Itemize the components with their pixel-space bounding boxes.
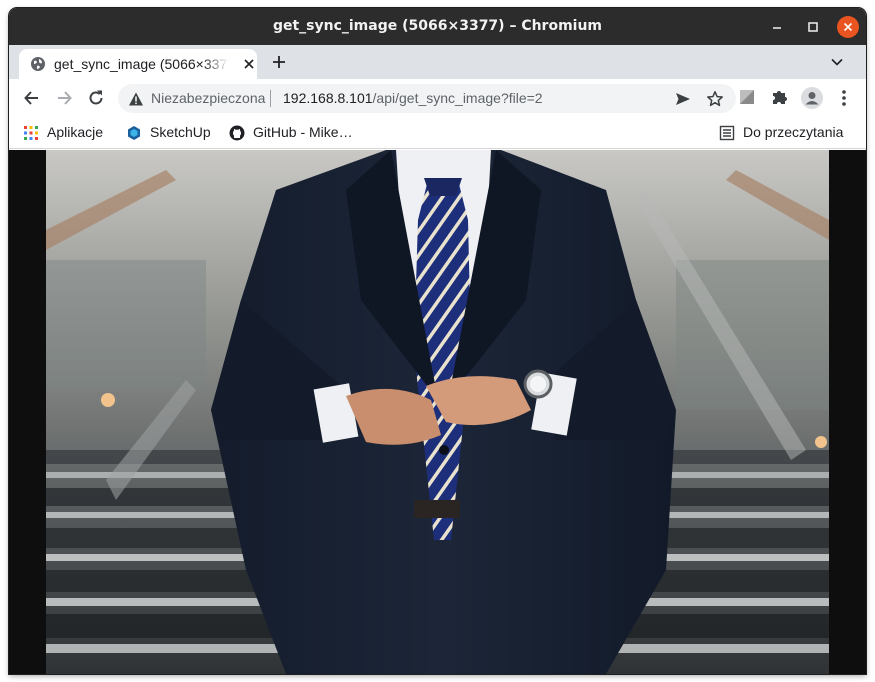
bookmark-star-icon[interactable]	[706, 90, 724, 108]
omnibox-divider	[270, 90, 271, 107]
photo-businessman-in-suit	[46, 150, 829, 674]
menu-kebab-icon[interactable]	[839, 88, 849, 108]
close-window-button[interactable]	[837, 16, 859, 38]
window-title: get_sync_image (5066×3377) – Chromium	[272, 18, 603, 34]
url-text[interactable]: 192.168.8.101/api/get_sync_image?file=2	[283, 84, 543, 113]
bookmark-sketchup[interactable]: SketchUp	[126, 116, 226, 149]
warning-icon[interactable]	[128, 91, 144, 107]
forward-arrow-icon[interactable]	[54, 88, 74, 108]
apps-grid-icon	[24, 126, 38, 140]
globe-icon	[31, 57, 45, 71]
close-icon	[843, 22, 853, 32]
profile-avatar-icon[interactable]	[801, 87, 823, 109]
tab-search-chevron-icon[interactable]	[830, 55, 844, 69]
url-path: /api/get_sync_image?file=2	[372, 90, 543, 106]
title-bar: get_sync_image (5066×3377) – Chromium	[9, 8, 866, 45]
send-tab-icon[interactable]	[674, 90, 692, 108]
reload-icon[interactable]	[86, 88, 106, 108]
bookmarks-bar: Aplikacje SketchUp GitHub - Mike… Do prz…	[9, 116, 866, 149]
new-tab-icon[interactable]	[271, 54, 287, 70]
tab-strip: get_sync_image (5066×3377) – Chromium	[9, 45, 866, 79]
browser-window: get_sync_image (5066×3377) – Chromium ge…	[9, 8, 866, 674]
bookmark-apps[interactable]: Aplikacje	[23, 116, 123, 149]
github-icon	[229, 125, 245, 141]
bookmark-label: Aplikacje	[47, 124, 104, 140]
maximize-button[interactable]	[802, 16, 824, 38]
tab-active[interactable]: get_sync_image (5066×3377) – Chromium	[19, 49, 257, 79]
minimize-button[interactable]	[766, 16, 788, 38]
maximize-icon	[808, 22, 818, 32]
reading-list-button[interactable]: Do przeczytania	[719, 116, 859, 149]
extension-generic-icon[interactable]	[739, 89, 755, 105]
reading-list-label: Do przeczytania	[743, 124, 844, 140]
sketchup-icon	[128, 126, 140, 140]
security-label[interactable]: Niezabezpieczona	[151, 84, 265, 113]
extensions-puzzle-icon[interactable]	[770, 88, 788, 106]
displayed-image[interactable]	[46, 150, 829, 674]
tab-close-icon[interactable]	[242, 57, 256, 71]
minimize-icon	[773, 27, 781, 29]
bookmark-label: GitHub - Mike…	[253, 124, 353, 140]
bookmark-label: SketchUp	[150, 124, 211, 140]
bookmark-github[interactable]: GitHub - Mike…	[229, 116, 379, 149]
toolbar: Niezabezpieczona 192.168.8.101/api/get_s…	[9, 79, 866, 116]
back-arrow-icon[interactable]	[22, 88, 42, 108]
address-bar[interactable]: Niezabezpieczona 192.168.8.101/api/get_s…	[118, 84, 736, 113]
reading-list-icon	[719, 125, 735, 141]
tab-title: get_sync_image (5066×3377) – Chromium	[54, 56, 229, 72]
url-host: 192.168.8.101	[283, 90, 373, 106]
page-content	[9, 150, 866, 674]
